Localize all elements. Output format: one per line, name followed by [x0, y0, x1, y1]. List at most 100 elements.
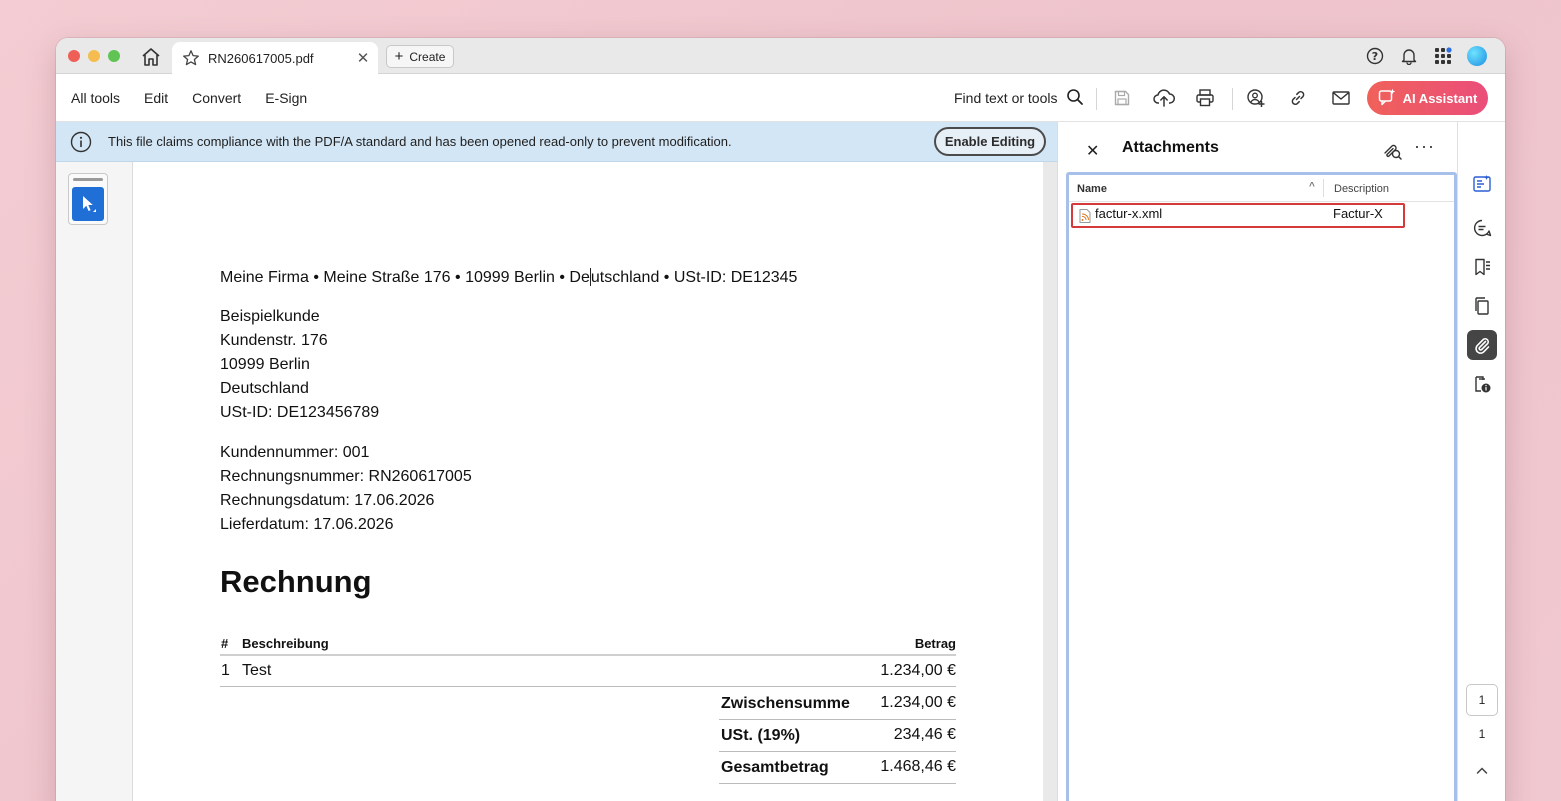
menu-convert[interactable]: Convert — [192, 90, 241, 106]
menu-all-tools[interactable]: All tools — [71, 90, 120, 106]
row-description: Test — [242, 662, 272, 679]
recipient-line: USt-ID: DE123456789 — [220, 404, 380, 421]
share-user-icon[interactable] — [1244, 86, 1268, 110]
apps-grid-icon[interactable] — [1433, 46, 1453, 66]
col-number-header: # — [221, 636, 229, 651]
vat-amount: 234,46 € — [893, 726, 956, 743]
search-attachment-icon[interactable] — [1381, 139, 1403, 161]
document-tab[interactable]: RN260617005.pdf ✕ — [172, 42, 378, 74]
ai-assistant-button[interactable]: AI Assistant — [1367, 81, 1488, 115]
print-icon[interactable] — [1193, 86, 1217, 110]
zoom-window-button[interactable] — [108, 50, 120, 62]
col-amount-header: Betrag — [914, 636, 956, 651]
sort-ascending-icon[interactable]: ^ — [1309, 181, 1315, 192]
select-cursor-icon[interactable] — [72, 187, 104, 221]
ai-assistant-label: AI Assistant — [1402, 90, 1478, 106]
link-icon[interactable] — [1286, 86, 1310, 110]
mail-icon[interactable] — [1329, 86, 1353, 110]
upload-cloud-icon[interactable] — [1152, 86, 1176, 110]
total-label: Gesamtbetrag — [721, 759, 829, 776]
edit-text-icon[interactable] — [1467, 169, 1497, 199]
right-rail: 1 1 — [1457, 122, 1505, 801]
bookmark-icon[interactable] — [1467, 252, 1497, 282]
toolbar-divider — [1232, 88, 1233, 110]
current-page-field[interactable]: 1 — [1466, 684, 1498, 716]
main-toolbar: All tools Edit Convert E-Sign Find text … — [56, 74, 1505, 122]
app-window: RN260617005.pdf ✕ + Create ? All tools E… — [56, 38, 1505, 801]
pages-icon[interactable] — [1467, 291, 1497, 321]
save-icon[interactable] — [1110, 86, 1134, 110]
create-label: Create — [409, 49, 446, 64]
recipient-line: 10999 Berlin — [220, 356, 310, 373]
enable-editing-button[interactable]: Enable Editing — [934, 127, 1046, 156]
minimize-window-button[interactable] — [88, 50, 100, 62]
total-pages: 1 — [1478, 727, 1486, 741]
meta-line: Rechnungsnummer: RN260617005 — [220, 468, 472, 485]
pdf-page: Meine Firma • Meine Straße 176 • 10999 B… — [133, 162, 1043, 801]
info-icon — [70, 131, 92, 153]
bell-icon[interactable] — [1399, 46, 1419, 66]
table-rule — [220, 686, 956, 687]
document-properties-icon[interactable] — [1467, 369, 1497, 399]
create-button[interactable]: + Create — [386, 45, 454, 68]
titlebar-actions: ? — [1365, 46, 1487, 66]
row-number: 1 — [221, 662, 230, 679]
meta-line: Lieferdatum: 17.06.2026 — [220, 516, 394, 533]
close-panel-icon[interactable]: ✕ — [1086, 141, 1099, 161]
tab-title: RN260617005.pdf — [208, 50, 314, 66]
attachments-panel: ✕ Attachments ··· Name ^ Description fac… — [1057, 122, 1457, 801]
table-rule — [220, 654, 956, 656]
meta-line: Rechnungsdatum: 17.06.2026 — [220, 492, 435, 509]
invoice-heading: Rechnung — [220, 564, 372, 599]
sender-line: Meine Firma • Meine Straße 176 • 10999 B… — [220, 268, 797, 287]
search-icon — [1066, 88, 1084, 109]
toolbar-divider — [1096, 88, 1097, 110]
description-column-header[interactable]: Description — [1334, 183, 1389, 195]
menu-e-sign[interactable]: E-Sign — [265, 90, 307, 106]
subtotal-amount: 1.234,00 € — [880, 694, 956, 711]
row-amount: 1.234,00 € — [880, 662, 956, 679]
sender-line-part-a: Meine Firma • Meine Straße 176 • 10999 B… — [220, 269, 590, 286]
plus-icon: + — [394, 48, 404, 65]
pdfa-info-banner: This file claims compliance with the PDF… — [56, 122, 1057, 162]
subtotal-label: Zwischensumme — [721, 695, 850, 712]
recipient-line: Kundenstr. 176 — [220, 332, 328, 349]
panel-title: Attachments — [1122, 139, 1219, 156]
title-bar: RN260617005.pdf ✕ + Create ? — [56, 38, 1505, 74]
totals-rule — [719, 719, 956, 720]
column-divider[interactable] — [1323, 179, 1324, 197]
total-amount: 1.468,46 € — [880, 758, 956, 775]
home-icon[interactable] — [140, 46, 162, 68]
name-column-header[interactable]: Name — [1077, 183, 1107, 195]
svg-text:?: ? — [1372, 50, 1378, 63]
chevron-up-icon[interactable] — [1474, 763, 1490, 779]
find-tools-button[interactable]: Find text or tools — [954, 86, 1084, 110]
menu-edit[interactable]: Edit — [144, 90, 168, 106]
tool-selector-card[interactable] — [68, 173, 108, 225]
vat-label: USt. (19%) — [721, 727, 801, 744]
comment-icon[interactable] — [1467, 213, 1497, 243]
sender-line-part-b: utschland • USt-ID: DE12345 — [590, 269, 798, 286]
close-window-button[interactable] — [68, 50, 80, 62]
col-description-header: Beschreibung — [242, 636, 329, 651]
recipient-line: Beispielkunde — [220, 308, 320, 325]
help-icon[interactable]: ? — [1365, 46, 1385, 66]
chevron-down-icon[interactable] — [1474, 796, 1490, 801]
avatar[interactable] — [1467, 46, 1487, 66]
more-options-icon[interactable]: ··· — [1414, 136, 1435, 157]
close-tab-icon[interactable]: ✕ — [352, 47, 374, 69]
highlight-box — [1071, 203, 1405, 228]
attachment-row[interactable]: factur-x.xml Factur-X — [1069, 202, 1454, 228]
star-icon[interactable] — [182, 49, 200, 67]
left-rail — [56, 162, 133, 801]
card-handle — [73, 178, 103, 181]
attachment-paperclip-icon[interactable] — [1467, 330, 1497, 360]
banner-message: This file claims compliance with the PDF… — [108, 134, 732, 149]
meta-line: Kundennummer: 001 — [220, 444, 370, 461]
totals-rule — [719, 783, 956, 784]
document-viewport[interactable]: Meine Firma • Meine Straße 176 • 10999 B… — [133, 162, 1057, 801]
top-menu: All tools Edit Convert E-Sign — [71, 74, 307, 122]
ai-sparkle-icon — [1378, 88, 1396, 109]
recipient-line: Deutschland — [220, 380, 309, 397]
list-header: Name ^ Description — [1069, 175, 1454, 202]
